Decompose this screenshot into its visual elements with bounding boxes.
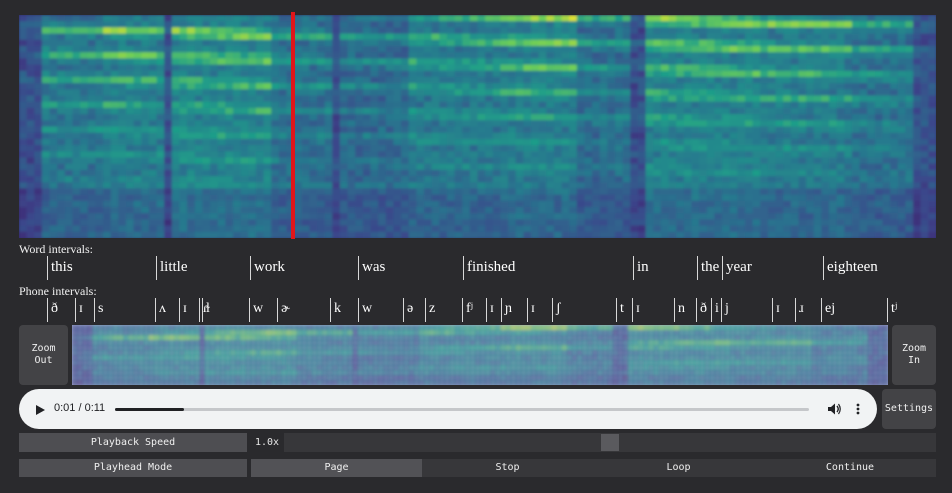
word-interval[interactable]: work [250,256,285,280]
phone-intervals-tier: ð ɪ s ʌ ɪ ɾ ɫ w ɚ k w ə z fʲ ɪ ɲ ɪ ʃ t ɪ… [19,298,936,322]
settings-label: Settings [884,403,934,414]
play-icon[interactable] [34,403,46,415]
phone-interval[interactable]: ð [696,298,707,322]
playback-speed-label: Playback Speed [90,437,176,448]
audio-player: 0:01 / 0:11 [19,389,877,429]
word-intervals-label: Word intervals: [19,242,94,256]
spectrogram-image [19,15,936,238]
volume-icon[interactable] [827,402,841,416]
phone-interval[interactable]: ɹ [795,298,804,322]
phone-interval[interactable]: ɲ [501,298,512,322]
phone-interval[interactable]: ð [47,298,58,322]
playhead-mode-label: Playhead Mode [93,462,173,473]
playback-speed-button[interactable]: Playback Speed [19,433,247,452]
mode-continue-button[interactable]: Continue [764,459,936,477]
mode-stop-button[interactable]: Stop [422,459,593,477]
time-display: 0:01 / 0:11 [54,402,106,414]
seek-bar-fill [115,408,185,411]
word-interval[interactable]: eighteen [823,256,878,280]
phone-interval[interactable]: n [674,298,685,322]
phone-interval[interactable]: ɪ [486,298,494,322]
word-interval[interactable]: the [697,256,719,280]
phone-interval[interactable]: w [358,298,372,322]
phone-interval[interactable]: s [94,298,103,322]
phone-interval[interactable]: fʲ [462,298,473,322]
mode-stop-label: Stop [495,462,520,473]
phone-interval[interactable]: ʌ [155,298,166,322]
spectrogram[interactable] [19,15,936,238]
phone-interval[interactable]: ɪ [75,298,83,322]
phone-interval[interactable]: ɪ [527,298,535,322]
mode-page-button[interactable]: Page [251,459,422,477]
mode-continue-label: Continue [825,462,875,473]
phone-interval[interactable]: ɚ [277,298,290,322]
zoom-out-label: Zoom Out [31,343,56,366]
zoom-in-label: Zoom In [901,343,927,366]
phone-interval[interactable]: z [425,298,435,322]
word-interval[interactable]: year [722,256,752,280]
phone-interval[interactable]: ʃ [552,298,561,322]
phone-interval[interactable]: ə [403,298,413,322]
phone-interval[interactable]: k [330,298,341,322]
playhead-mode-button[interactable]: Playhead Mode [19,459,247,477]
phone-interval[interactable]: j [721,298,729,322]
phone-interval[interactable]: ej [821,298,835,322]
word-interval[interactable]: finished [463,256,515,280]
phone-interval[interactable]: t [616,298,624,322]
mode-loop-label: Loop [666,462,691,473]
zoom-out-button[interactable]: Zoom Out [19,325,68,385]
playhead[interactable] [291,12,295,239]
mode-page-label: Page [324,462,349,473]
phone-intervals-label: Phone intervals: [19,284,97,298]
seek-bar[interactable] [115,408,809,411]
word-interval[interactable]: was [358,256,385,280]
mode-loop-button[interactable]: Loop [593,459,764,477]
word-interval[interactable]: little [156,256,188,280]
phone-interval[interactable]: ɪ [632,298,640,322]
more-vert-icon[interactable] [855,402,861,416]
phone-interval[interactable]: ɪ [179,298,187,322]
phone-interval[interactable]: tʲ [887,298,897,322]
phone-interval[interactable]: i [711,298,719,322]
word-intervals-tier: this little work was finished in the yea… [19,256,936,280]
overview-image [72,325,888,385]
overview-spectrogram[interactable] [72,325,888,385]
playback-speed-slider[interactable] [284,433,936,452]
zoom-in-button[interactable]: Zoom In [892,325,936,385]
phone-interval[interactable]: w [249,298,263,322]
word-interval[interactable]: this [47,256,73,280]
phone-interval[interactable]: ɪ [772,298,780,322]
playback-speed-thumb[interactable] [601,434,619,451]
playback-speed-value: 1.0x [255,437,280,448]
settings-button[interactable]: Settings [882,389,936,429]
word-interval[interactable]: in [633,256,649,280]
phone-interval[interactable]: ɫ [202,298,210,322]
